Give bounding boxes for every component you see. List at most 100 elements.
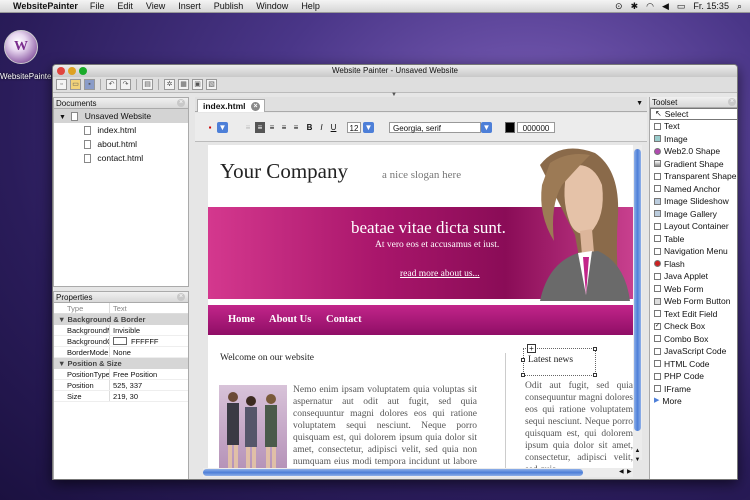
resize-handle[interactable] [593, 373, 597, 377]
tool-web-form-button[interactable]: Web Form Button [650, 295, 737, 308]
welcome-heading[interactable]: Welcome on our website [220, 353, 314, 363]
nav-contact[interactable]: Contact [326, 314, 362, 325]
tool-named-anchor[interactable]: Named Anchor [650, 183, 737, 196]
tool-gradient-shape[interactable]: Gradient Shape [650, 158, 737, 171]
tool-html-code[interactable]: HTML Code [650, 358, 737, 371]
close-tab-icon[interactable]: × [251, 102, 260, 111]
scroll-up-arrow-icon[interactable]: ▲ [633, 448, 642, 454]
tool-image-gallery[interactable]: Image Gallery [650, 208, 737, 221]
tool-web-form[interactable]: Web Form [650, 283, 737, 296]
color-swatch[interactable] [113, 337, 127, 345]
font-size-dropdown-icon[interactable]: ▼ [363, 122, 374, 133]
wifi-icon[interactable]: ◠ [646, 1, 654, 12]
tree-item-about[interactable]: about.html [54, 137, 188, 151]
property-row[interactable]: BackgroundMode Invisible [54, 325, 188, 336]
underline-button[interactable]: U [329, 122, 338, 133]
tool-image-slideshow[interactable]: Image Slideshow [650, 195, 737, 208]
property-row[interactable]: Size 219, 30 [54, 391, 188, 402]
team-photo[interactable] [219, 385, 287, 475]
tab-list-arrow-icon[interactable]: ▼ [636, 100, 643, 107]
property-value[interactable]: 525, 337 [110, 380, 142, 390]
tree-item-index[interactable]: index.html [54, 123, 188, 137]
font-family-field[interactable]: Georgia, serif [389, 122, 481, 133]
menu-edit[interactable]: Edit [117, 1, 133, 11]
tool-flash[interactable]: Flash [650, 258, 737, 271]
tab-index-html[interactable]: index.html × [197, 99, 265, 112]
tool-layout-container[interactable]: Layout Container [650, 220, 737, 233]
menu-window[interactable]: Window [256, 1, 288, 11]
category-background[interactable]: ▼ Background & Border [54, 314, 188, 325]
site-slogan[interactable]: a nice slogan here [382, 169, 461, 181]
nav-home[interactable]: Home [228, 314, 255, 325]
latest-news-heading[interactable]: Latest news [528, 355, 573, 365]
minimize-window-icon[interactable] [68, 67, 76, 75]
menu-insert[interactable]: Insert [178, 1, 201, 11]
close-panel-icon[interactable]: × [728, 98, 736, 106]
move-handle-icon[interactable]: + [527, 344, 536, 353]
resize-handle[interactable] [521, 373, 525, 377]
zoom-window-icon[interactable] [79, 67, 87, 75]
tool-table[interactable]: Table [650, 233, 737, 246]
property-value[interactable]: None [110, 347, 131, 357]
tree-item-contact[interactable]: contact.html [54, 151, 188, 165]
list-icon[interactable]: ≡ [291, 122, 301, 133]
italic-button[interactable]: I [317, 122, 326, 133]
menu-publish[interactable]: Publish [214, 1, 244, 11]
tool-text[interactable]: Text [650, 120, 737, 133]
property-value[interactable]: Invisible [110, 325, 140, 335]
dropdown-arrow-icon[interactable]: ▼ [217, 122, 228, 133]
new-file-icon[interactable]: ▫ [56, 79, 67, 90]
tool-image[interactable]: Image [650, 133, 737, 146]
tool-check-box[interactable]: ✓ Check Box [650, 320, 737, 333]
property-row[interactable]: PositionType Free Position [54, 369, 188, 380]
save-icon[interactable]: ▪ [84, 79, 95, 90]
site-company-name[interactable]: Your Company [220, 159, 348, 184]
align-right-icon[interactable]: ≡ [267, 122, 277, 133]
banner-link[interactable]: read more about us... [400, 269, 480, 279]
vertical-scroll-thumb[interactable] [634, 149, 641, 431]
window-titlebar[interactable]: Website Painter - Unsaved Website [53, 65, 737, 77]
volume-icon[interactable]: ◀ [662, 1, 669, 12]
banner-subtitle[interactable]: At vero eos et accusamus et iust. [375, 240, 499, 250]
font-family-dropdown-icon[interactable]: ▼ [481, 122, 492, 133]
menu-file[interactable]: File [90, 1, 105, 11]
open-folder-icon[interactable]: ▭ [70, 79, 81, 90]
font-size-field[interactable]: 12 [347, 122, 361, 133]
tool-iframe[interactable]: IFrame [650, 383, 737, 396]
bluetooth-icon[interactable]: ✱ [631, 1, 639, 12]
settings-icon[interactable]: ✲ [164, 79, 175, 90]
scroll-right-arrow-icon[interactable]: ▶ [627, 468, 632, 475]
resize-handle[interactable] [521, 358, 525, 362]
banner-woman-image[interactable] [520, 145, 630, 301]
main-lorem-text[interactable]: Nemo enim ipsam voluptatem quia voluptas… [293, 384, 477, 472]
align-center-icon[interactable]: ≡ [255, 122, 265, 133]
menubar-app-name[interactable]: WebsitePainter [13, 1, 78, 11]
property-row[interactable]: BackgroundColor FFFFFF [54, 336, 188, 347]
tool-more[interactable]: ▶ More [650, 395, 737, 408]
search-icon[interactable]: ⌕ [737, 1, 742, 12]
publish-icon[interactable]: ▦ [178, 79, 189, 90]
align-justify-icon[interactable]: ≡ [279, 122, 289, 133]
color-swatch-black[interactable] [505, 122, 515, 133]
battery-icon[interactable]: ▭ [677, 1, 686, 12]
tree-root[interactable]: ▼ Unsaved Website [54, 109, 188, 123]
menu-help[interactable]: Help [301, 1, 320, 11]
category-position[interactable]: ▼ Position & Size [54, 358, 188, 369]
property-row[interactable]: BorderMode None [54, 347, 188, 358]
close-window-icon[interactable] [57, 67, 65, 75]
websitepainter-app-icon[interactable]: W [4, 30, 38, 64]
news-lorem-text[interactable]: Odit aut fugit, sed quia consequuntur ma… [525, 380, 633, 472]
property-value[interactable]: 219, 30 [110, 391, 138, 401]
tool-navigation-menu[interactable]: Navigation Menu [650, 245, 737, 258]
horizontal-scroll-thumb[interactable] [203, 469, 583, 476]
tool-javascript-code[interactable]: JavaScript Code [650, 345, 737, 358]
nav-about-us[interactable]: About Us [269, 314, 311, 325]
menu-view[interactable]: View [146, 1, 165, 11]
tool-web20-shape[interactable]: Web2.0 Shape [650, 145, 737, 158]
preview-icon[interactable]: ▣ [192, 79, 203, 90]
close-panel-icon[interactable]: × [177, 293, 185, 301]
export-icon[interactable]: ▧ [206, 79, 217, 90]
tool-select[interactable]: ↖ Select [650, 108, 737, 120]
clock[interactable]: Fr. 15:35 [693, 1, 729, 11]
redo-icon[interactable]: ↷ [120, 79, 131, 90]
